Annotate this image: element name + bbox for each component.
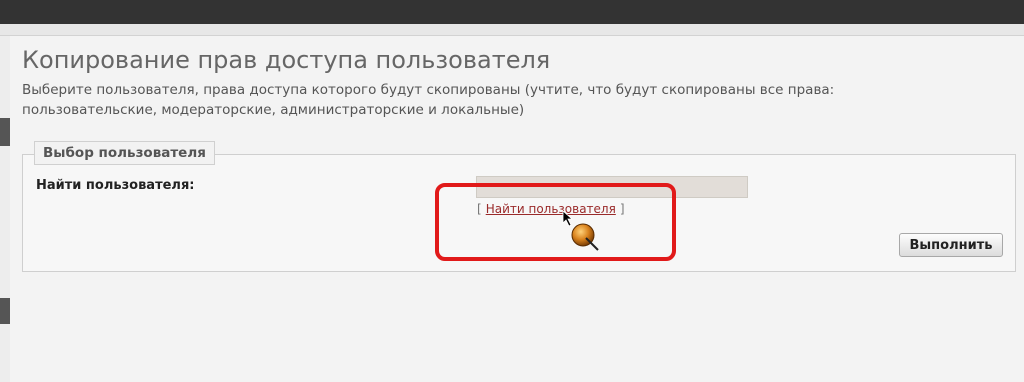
page-description: Выберите пользователя, права доступа кот… xyxy=(22,82,835,118)
find-user-label: Найти пользователя: xyxy=(36,178,195,193)
submit-button[interactable]: Выполнить xyxy=(899,233,1003,257)
left-accent-bar xyxy=(0,118,10,146)
pointer-cursor-icon xyxy=(562,210,599,251)
page-title: Копирование прав доступа пользователя xyxy=(22,46,551,74)
left-accent-bar xyxy=(0,298,10,324)
top-navigation-bar xyxy=(0,0,1024,24)
fieldset-legend: Выбор пользователя xyxy=(34,141,215,165)
top-strip xyxy=(0,24,1024,36)
highlight-annotation xyxy=(435,183,676,261)
